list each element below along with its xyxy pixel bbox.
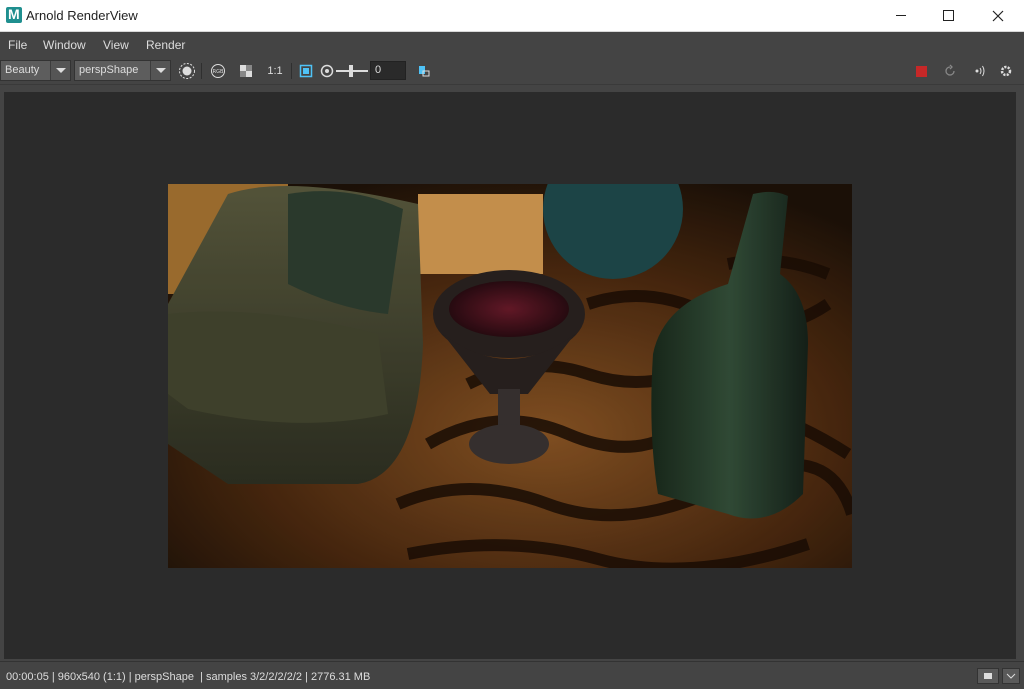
toolbar-separator (291, 63, 292, 79)
minimize-icon (896, 15, 906, 16)
menu-file[interactable]: File (8, 38, 27, 52)
stop-render-button[interactable] (916, 66, 927, 77)
checker-background-button[interactable] (236, 61, 256, 81)
chevron-down-icon (150, 61, 170, 80)
title-bar: M Arnold RenderView (0, 0, 1024, 32)
status-text: 00:00:05 | 960x540 (1:1) | perspShape | … (6, 671, 371, 683)
menu-view[interactable]: View (103, 38, 129, 52)
camera-icon (984, 673, 992, 679)
maximize-icon (942, 10, 954, 21)
snapshot-icon (419, 66, 430, 77)
menu-window[interactable]: Window (43, 38, 86, 52)
refresh-render-button[interactable] (940, 61, 960, 81)
window-title: Arnold RenderView (26, 8, 138, 23)
maximize-button[interactable] (925, 0, 971, 31)
aov-dropdown-label: Beauty (5, 64, 40, 76)
aperture-icon (320, 64, 334, 78)
exposure-input[interactable]: 0 (370, 61, 406, 80)
camera-dropdown[interactable]: perspShape (74, 60, 171, 81)
display-settings-button[interactable] (177, 61, 197, 81)
exposure-slider-handle[interactable] (349, 65, 353, 77)
checker-icon (240, 65, 252, 77)
exposure-button[interactable] (317, 61, 337, 81)
broadcast-icon (975, 65, 985, 77)
menu-bar: File Window View Render (0, 32, 1024, 57)
status-snapshot-button[interactable] (977, 668, 999, 684)
aov-dropdown[interactable]: Beauty (0, 60, 71, 81)
exposure-value: 0 (375, 64, 382, 76)
toolbar: Beauty perspShape RGB 1:1 0 (0, 57, 1024, 85)
fit-frame-button[interactable] (296, 61, 316, 81)
arnold-renderview-window: M Arnold RenderView File Window View Ren… (0, 0, 1024, 689)
settings-button[interactable] (996, 61, 1016, 81)
rgb-channel-button[interactable]: RGB (208, 61, 228, 81)
ipr-button[interactable] (968, 61, 988, 81)
one-to-one-button[interactable]: 1:1 (265, 61, 285, 81)
close-button[interactable] (975, 0, 1021, 31)
render-viewport[interactable] (4, 92, 1016, 659)
rgb-icon: RGB (211, 64, 225, 78)
toolbar-separator (201, 63, 202, 79)
close-icon (992, 10, 1004, 21)
chevron-down-icon (1006, 673, 1016, 679)
rendered-scene (168, 184, 852, 568)
svg-text:RGB: RGB (213, 69, 224, 75)
chevron-down-icon (50, 61, 70, 80)
minimize-button[interactable] (878, 0, 924, 31)
camera-dropdown-label: perspShape (79, 64, 139, 76)
menu-render[interactable]: Render (146, 38, 185, 52)
refresh-icon (945, 64, 955, 76)
snapshot-button[interactable] (414, 61, 434, 81)
gear-icon (1000, 65, 1012, 77)
frame-icon (299, 64, 313, 78)
circle-target-icon (179, 63, 195, 79)
maya-app-icon: M (6, 6, 22, 23)
status-expand-button[interactable] (1002, 668, 1020, 684)
status-bar: 00:00:05 | 960x540 (1:1) | perspShape | … (0, 661, 1024, 689)
ratio-label: 1:1 (267, 65, 283, 77)
render-image (168, 184, 852, 568)
